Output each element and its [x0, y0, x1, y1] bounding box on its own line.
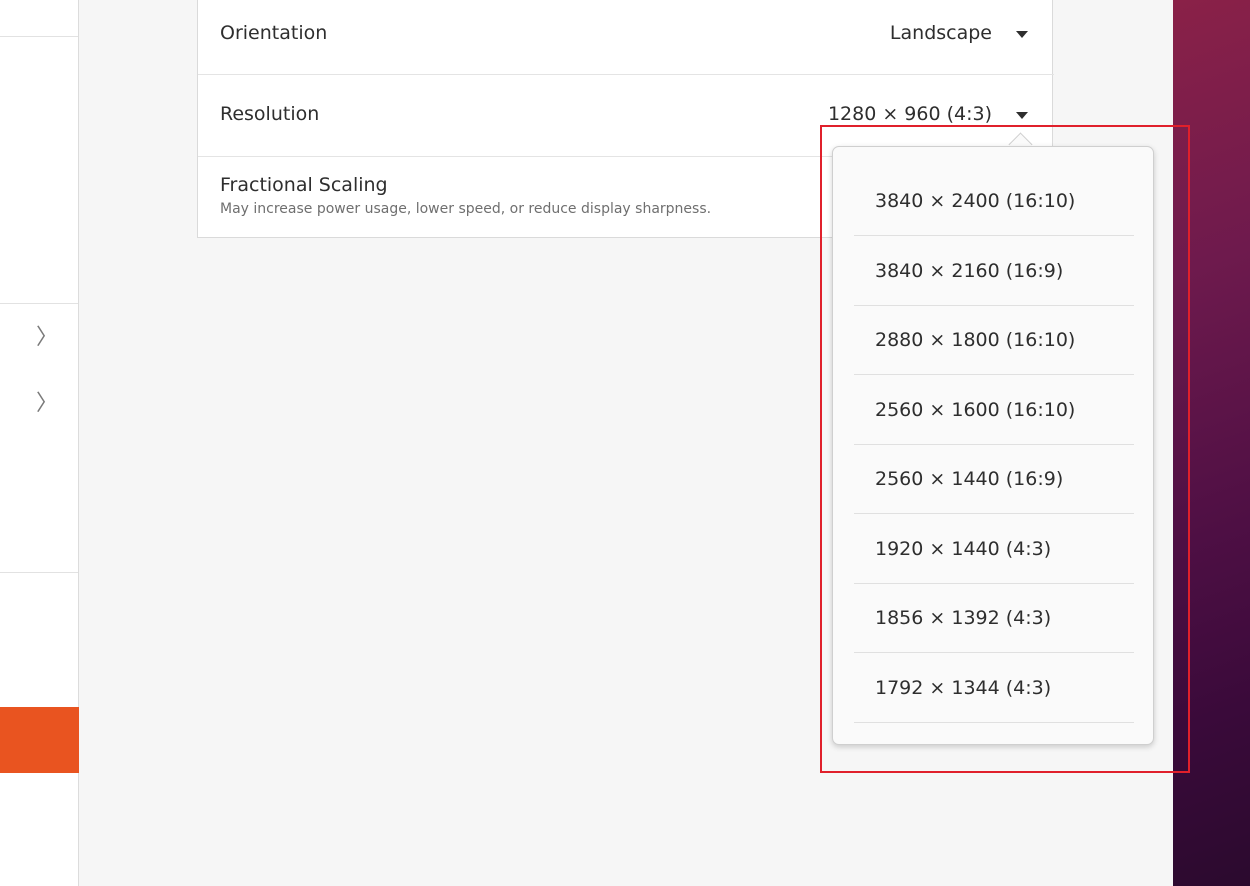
settings-sidebar: 〉 〉 — [0, 0, 79, 886]
resolution-option[interactable]: 1920 × 1440 (4:3) — [854, 515, 1134, 584]
orientation-value[interactable]: Landscape — [890, 22, 992, 44]
desktop-wallpaper — [1173, 0, 1250, 886]
orientation-row[interactable]: Orientation Landscape — [198, 0, 1054, 75]
resolution-option[interactable]: 1792 × 1344 (4:3) — [854, 654, 1134, 723]
resolution-option[interactable]: 2560 × 1600 (16:10) — [854, 376, 1134, 445]
resolution-option[interactable]: 2560 × 1440 (16:9) — [854, 445, 1134, 514]
fractional-scaling-description: May increase power usage, lower speed, o… — [220, 201, 712, 217]
fractional-scaling-label: Fractional Scaling — [220, 174, 388, 196]
resolution-option[interactable]: 2880 × 1800 (16:10) — [854, 306, 1134, 375]
sidebar-divider — [0, 572, 78, 573]
resolution-option[interactable]: 3840 × 2400 (16:10) — [854, 167, 1134, 236]
resolution-dropdown: 3840 × 2400 (16:10) 3840 × 2160 (16:9) 2… — [832, 146, 1154, 745]
resolution-value[interactable]: 1280 × 960 (4:3) — [828, 103, 992, 125]
orientation-label: Orientation — [220, 22, 328, 44]
resolution-option[interactable]: 1856 × 1392 (4:3) — [854, 584, 1134, 653]
sidebar-divider — [0, 36, 78, 37]
dropdown-arrow-icon[interactable] — [1016, 112, 1028, 119]
resolution-option[interactable]: 3840 × 2160 (16:9) — [854, 237, 1134, 306]
sidebar-divider — [0, 303, 78, 304]
chevron-right-icon[interactable]: 〉 — [36, 327, 58, 349]
dropdown-arrow-icon[interactable] — [1016, 31, 1028, 38]
chevron-right-icon[interactable]: 〉 — [36, 393, 58, 415]
resolution-label: Resolution — [220, 103, 320, 125]
sidebar-item-active[interactable] — [0, 707, 79, 773]
resolution-row[interactable]: Resolution 1280 × 960 (4:3) — [198, 75, 1054, 157]
